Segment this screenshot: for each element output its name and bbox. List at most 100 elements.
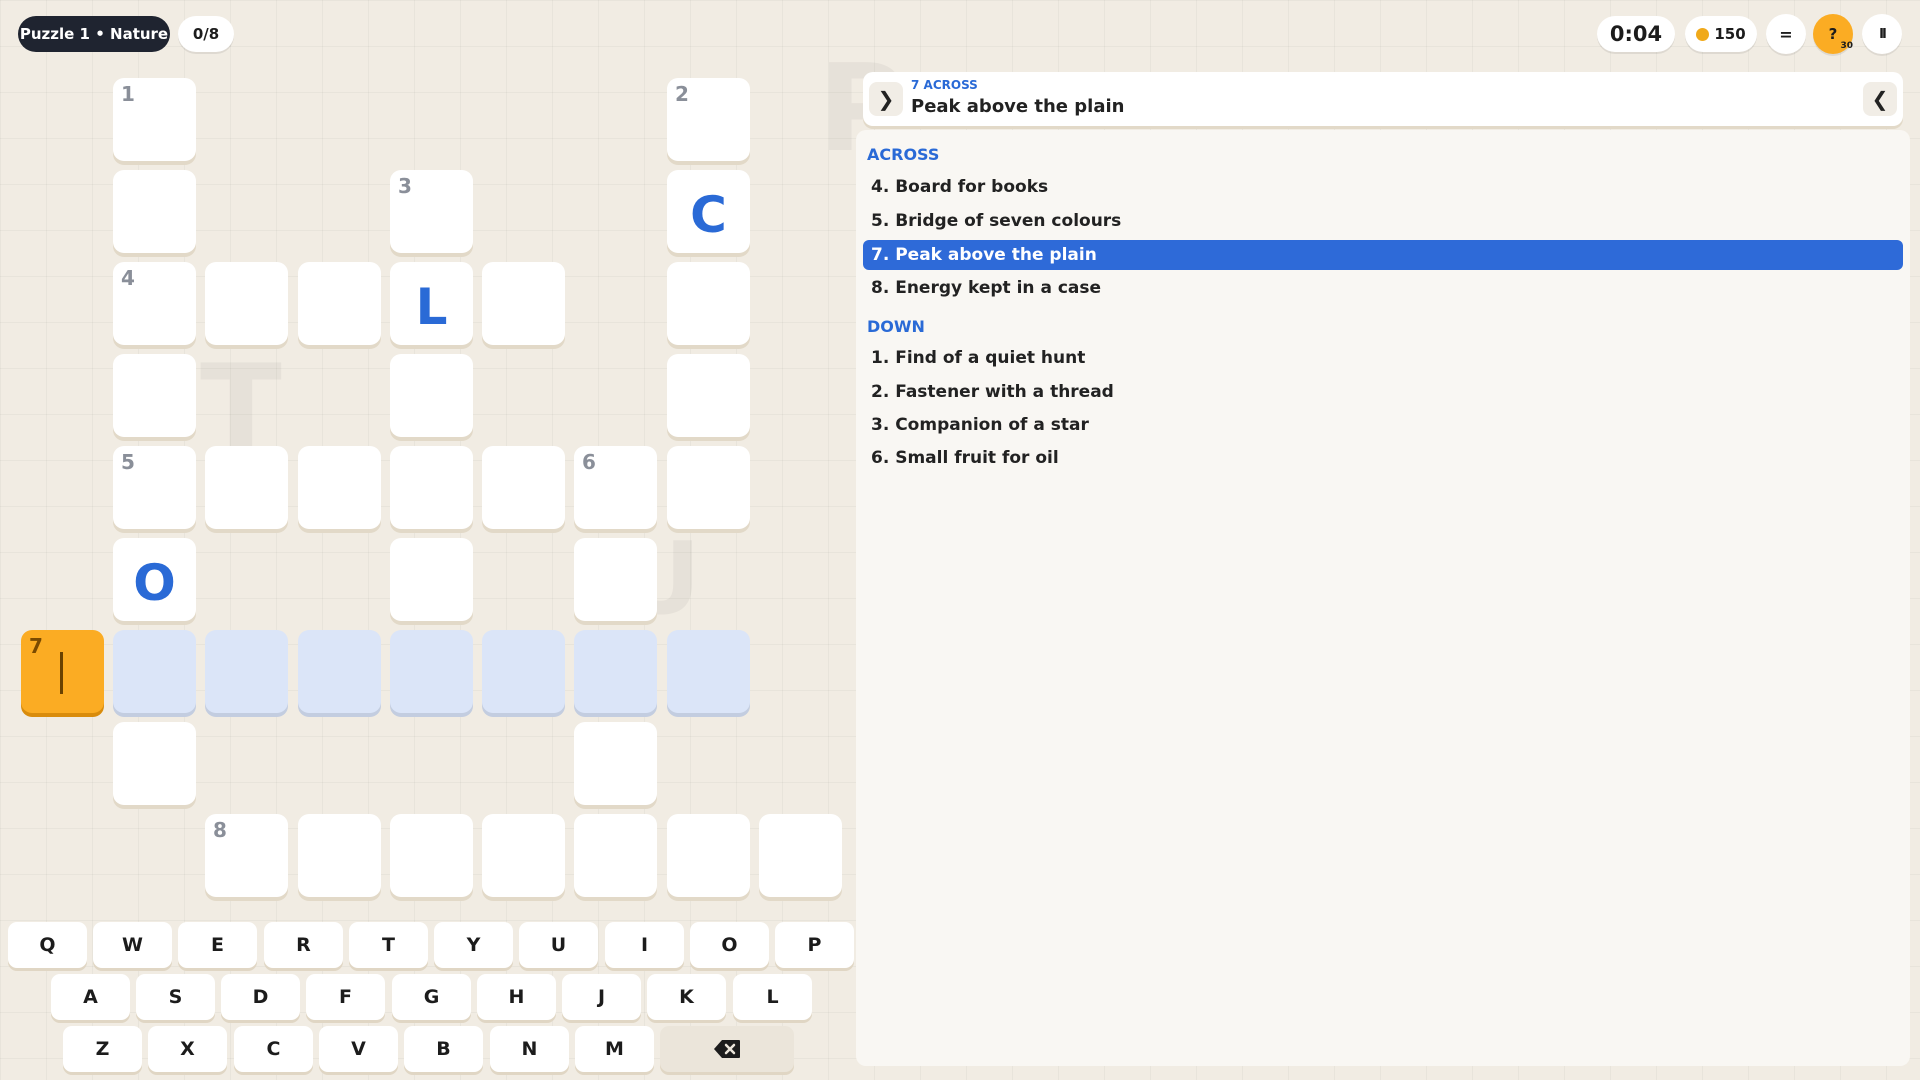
key-u[interactable]: U — [519, 922, 598, 968]
grid-cell[interactable] — [667, 354, 750, 437]
grid-cell-highlighted[interactable] — [113, 630, 196, 713]
grid-cell[interactable] — [298, 262, 381, 345]
chevron-right-icon: ❯ — [877, 87, 895, 111]
cell-letter: L — [415, 278, 448, 336]
key-z[interactable]: Z — [63, 1026, 142, 1072]
prev-clue-button[interactable]: ❮ — [1863, 82, 1897, 116]
key-o[interactable]: O — [690, 922, 769, 968]
grid-cell[interactable]: 6 — [574, 446, 657, 529]
key-n[interactable]: N — [490, 1026, 569, 1072]
grid-cell-highlighted[interactable] — [390, 630, 473, 713]
key-c[interactable]: C — [234, 1026, 313, 1072]
clue-item-down-6[interactable]: 6. Small fruit for oil — [863, 443, 1903, 473]
key-a[interactable]: A — [51, 974, 130, 1020]
grid-cell[interactable]: 3 — [390, 170, 473, 253]
cell-letter: C — [690, 186, 727, 244]
current-clue-text: Peak above the plain — [911, 96, 1125, 117]
key-e[interactable]: E — [178, 922, 257, 968]
grid-cell[interactable]: L — [390, 262, 473, 345]
clue-item-across-7-selected[interactable]: 7. Peak above the plain — [863, 240, 1903, 270]
key-d[interactable]: D — [221, 974, 300, 1020]
grid-cell[interactable] — [390, 446, 473, 529]
grid-cell[interactable] — [113, 354, 196, 437]
grid-cell[interactable] — [205, 446, 288, 529]
grid-cell[interactable] — [113, 170, 196, 253]
key-p[interactable]: P — [775, 922, 854, 968]
menu-button[interactable]: = — [1766, 14, 1806, 54]
grid-cell[interactable]: O — [113, 538, 196, 621]
hint-button[interactable]: ? 30 — [1813, 14, 1853, 54]
timer: 0:04 — [1597, 16, 1675, 52]
key-r[interactable]: R — [264, 922, 343, 968]
key-f[interactable]: F — [306, 974, 385, 1020]
chevron-left-icon: ❮ — [1871, 87, 1889, 111]
key-y[interactable]: Y — [434, 922, 513, 968]
clue-item-across-5[interactable]: 5. Bridge of seven colours — [863, 206, 1903, 236]
grid-cell-highlighted[interactable] — [667, 630, 750, 713]
grid-cell[interactable]: 1 — [113, 78, 196, 161]
key-t[interactable]: T — [349, 922, 428, 968]
key-v[interactable]: V — [319, 1026, 398, 1072]
key-w[interactable]: W — [93, 922, 172, 968]
clue-number: 2 — [675, 82, 689, 106]
grid-cell[interactable] — [574, 722, 657, 805]
grid-cell[interactable]: C — [667, 170, 750, 253]
clue-number: 3 — [398, 174, 412, 198]
hint-icon: ? — [1828, 25, 1838, 43]
pause-button[interactable]: II — [1862, 14, 1902, 54]
grid-cell[interactable] — [390, 538, 473, 621]
grid-cell[interactable] — [205, 262, 288, 345]
grid-cell-highlighted[interactable] — [482, 630, 565, 713]
coin-count: 150 — [1714, 25, 1746, 43]
grid-cell-highlighted[interactable] — [574, 630, 657, 713]
grid-cell[interactable] — [298, 814, 381, 897]
key-l[interactable]: L — [733, 974, 812, 1020]
grid-cell[interactable]: 8 — [205, 814, 288, 897]
grid-cell[interactable] — [667, 262, 750, 345]
grid-cell[interactable] — [390, 814, 473, 897]
key-m[interactable]: M — [575, 1026, 654, 1072]
grid-cell[interactable] — [667, 814, 750, 897]
key-b[interactable]: B — [404, 1026, 483, 1072]
backspace-key[interactable] — [660, 1026, 794, 1072]
clue-item-down-2[interactable]: 2. Fastener with a thread — [863, 377, 1903, 407]
next-clue-button[interactable]: ❯ — [869, 82, 903, 116]
grid-cell-highlighted[interactable] — [205, 630, 288, 713]
key-h[interactable]: H — [477, 974, 556, 1020]
key-k[interactable]: K — [647, 974, 726, 1020]
grid-cell[interactable] — [667, 446, 750, 529]
clue-number: 1 — [121, 82, 135, 106]
grid-cell[interactable]: 2 — [667, 78, 750, 161]
grid-cell[interactable]: 5 — [113, 446, 196, 529]
key-g[interactable]: G — [392, 974, 471, 1020]
key-x[interactable]: X — [148, 1026, 227, 1072]
key-i[interactable]: I — [605, 922, 684, 968]
clue-number: 4 — [121, 266, 135, 290]
key-j[interactable]: J — [562, 974, 641, 1020]
grid-cell[interactable] — [113, 722, 196, 805]
clue-item-down-3[interactable]: 3. Companion of a star — [863, 410, 1903, 440]
grid-cell-highlighted[interactable] — [298, 630, 381, 713]
key-q[interactable]: Q — [8, 922, 87, 968]
clue-item-down-1[interactable]: 1. Find of a quiet hunt — [863, 343, 1903, 373]
grid-cell[interactable] — [298, 446, 381, 529]
timer-value: 0:04 — [1609, 22, 1663, 46]
grid-cell[interactable] — [574, 538, 657, 621]
coin-icon — [1696, 27, 1710, 41]
grid-cell[interactable] — [482, 262, 565, 345]
clue-item-across-4[interactable]: 4. Board for books — [863, 172, 1903, 202]
grid-cell[interactable] — [390, 354, 473, 437]
grid-cell[interactable]: 4 — [113, 262, 196, 345]
grid-cell[interactable] — [759, 814, 842, 897]
clue-number: 7 — [29, 634, 43, 658]
grid-cell[interactable] — [482, 814, 565, 897]
grid-cell-active[interactable]: 7 — [21, 630, 104, 713]
clue-item-across-8[interactable]: 8. Energy kept in a case — [863, 273, 1903, 303]
grid-cell[interactable] — [574, 814, 657, 897]
backspace-icon — [714, 1040, 740, 1058]
clue-number: 6 — [582, 450, 596, 474]
progress-counter: 0/8 — [178, 16, 234, 52]
key-s[interactable]: S — [136, 974, 215, 1020]
grid-cell[interactable] — [482, 446, 565, 529]
clue-list-panel: ACROSS 4. Board for books 5. Bridge of s… — [856, 130, 1910, 1066]
